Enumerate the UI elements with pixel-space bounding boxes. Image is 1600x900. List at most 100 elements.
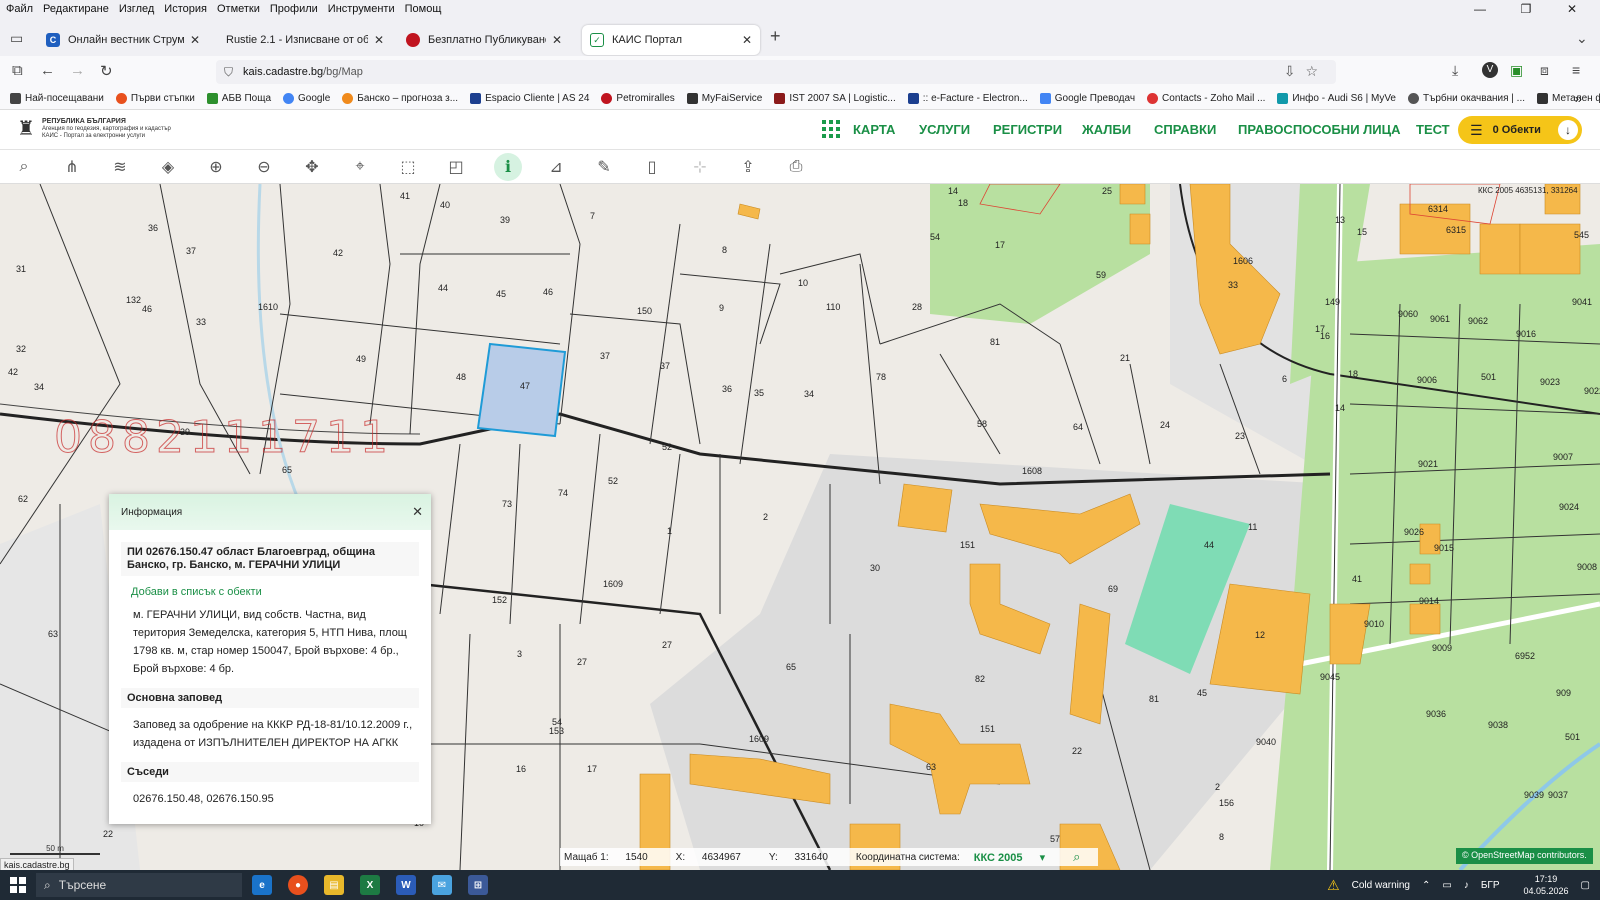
network-icon[interactable]: ⋔ bbox=[58, 153, 86, 181]
bookmark-myfaiservice[interactable]: MyFaiService bbox=[686, 93, 762, 104]
back-icon[interactable]: ← bbox=[40, 62, 55, 79]
chevron-up-icon[interactable]: ⌃ bbox=[1422, 880, 1430, 891]
menu-profiles[interactable]: Профили bbox=[270, 3, 318, 15]
bookmark-google[interactable]: Google bbox=[283, 93, 330, 104]
extensions-icon[interactable]: ⧈ bbox=[1540, 62, 1549, 79]
new-tab-icon[interactable]: + bbox=[770, 26, 781, 47]
word-icon[interactable]: W bbox=[396, 875, 416, 895]
edge-icon[interactable]: e bbox=[252, 875, 272, 895]
draw-icon[interactable]: ✎ bbox=[590, 153, 618, 181]
close-window-icon[interactable]: ✕ bbox=[1554, 0, 1590, 18]
crosshair-icon[interactable]: ⊹ bbox=[686, 153, 714, 181]
print-icon[interactable]: ⎙ bbox=[782, 153, 810, 181]
firefox-icon[interactable]: ● bbox=[288, 875, 308, 895]
bookmark-first-steps[interactable]: Първи стъпки bbox=[115, 93, 195, 104]
account-icon[interactable]: V bbox=[1482, 62, 1498, 78]
info-icon[interactable]: ℹ bbox=[494, 153, 522, 181]
tab-kais[interactable]: ✓ КАИС Портал ✕ bbox=[582, 25, 760, 55]
excel-icon[interactable]: X bbox=[360, 875, 380, 895]
bookmark-audi[interactable]: Инфо - Audi S6 | MyVe bbox=[1277, 93, 1396, 104]
close-icon[interactable]: ✕ bbox=[190, 33, 200, 47]
volume-icon[interactable]: ♪ bbox=[1464, 880, 1469, 891]
objects-button[interactable]: ☰ 0 Обекти ↓ bbox=[1458, 116, 1582, 144]
tab-struma[interactable]: C Онлайн вестник Струма - Общес ✕ bbox=[38, 25, 208, 55]
bookmark-ist2007[interactable]: IST 2007 SA | Logistic... bbox=[774, 93, 896, 104]
downloads-icon[interactable]: ⤓ bbox=[1452, 62, 1458, 79]
nav-registers[interactable]: РЕГИСТРИ bbox=[993, 122, 1062, 137]
layers-icon[interactable]: ◈ bbox=[154, 153, 182, 181]
menu-file[interactable]: Файл bbox=[6, 3, 33, 15]
clear-selection-icon[interactable]: ◰ bbox=[442, 153, 470, 181]
close-icon[interactable]: ✕ bbox=[552, 33, 562, 47]
mail-icon[interactable]: ✉ bbox=[432, 875, 452, 895]
measure-icon[interactable]: ⊿ bbox=[542, 153, 570, 181]
tab-rustie[interactable]: Rustie 2.1 - Изписване от обект ✕ bbox=[218, 25, 392, 55]
zoom-in-icon[interactable]: ⊕ bbox=[202, 153, 230, 181]
tab-overview-icon[interactable]: ▭ bbox=[10, 30, 23, 47]
bookmark-google-translate[interactable]: Google Преводач bbox=[1039, 93, 1135, 104]
bookmark-most-visited[interactable]: Най-посещавани bbox=[10, 93, 104, 104]
save-page-icon[interactable]: ⇩ bbox=[1284, 63, 1306, 79]
bookmark-petromiralles[interactable]: Petromiralles bbox=[601, 93, 675, 104]
minimize-icon[interactable]: — bbox=[1462, 0, 1498, 18]
star-icon[interactable]: ☆ bbox=[1305, 63, 1328, 79]
weather-text[interactable]: Cold warning bbox=[1352, 880, 1410, 891]
more-bookmarks-icon[interactable]: » bbox=[1575, 91, 1582, 106]
nav-reports[interactable]: СПРАВКИ bbox=[1154, 122, 1216, 137]
osm-attribution[interactable]: © OpenStreetMap contributors. bbox=[1456, 848, 1593, 864]
notifications-icon[interactable]: ▢ bbox=[1581, 880, 1590, 891]
sidebar-icon[interactable]: ⧉ bbox=[12, 62, 23, 79]
book-map-icon[interactable]: ▯ bbox=[638, 153, 666, 181]
taskbar-search[interactable]: ⌕ Търсене bbox=[36, 873, 242, 897]
reload-icon[interactable]: ↻ bbox=[100, 62, 113, 80]
tab-obyavi[interactable]: Безплатно Публикуване на Обяв ✕ bbox=[398, 25, 570, 55]
forward-icon[interactable]: → bbox=[70, 62, 85, 79]
agency-logo[interactable]: ♜ РЕПУБЛИКА БЪЛГАРИЯ Агенция по геодезия… bbox=[14, 114, 171, 144]
pan-icon[interactable]: ✥ bbox=[298, 153, 326, 181]
apps-grid-icon[interactable] bbox=[822, 120, 840, 138]
app-menu-icon[interactable]: ≡ bbox=[1572, 62, 1580, 78]
bookmark-bansko-weather[interactable]: Банско – прогноза з... bbox=[342, 93, 458, 104]
bookmark-efacture[interactable]: :: e-Facture - Electron... bbox=[907, 93, 1028, 104]
tab-list-icon[interactable]: ⌄ bbox=[1576, 30, 1588, 47]
menu-bookmarks[interactable]: Отметки bbox=[217, 3, 260, 15]
nav-licensed-persons[interactable]: ПРАВОСПОСОБНИ ЛИЦА bbox=[1238, 122, 1401, 137]
add-to-objects-link[interactable]: Добави в списък с обекти bbox=[131, 586, 431, 598]
nav-complaints[interactable]: ЖАЛБИ bbox=[1082, 122, 1131, 137]
bookmark-suspension[interactable]: Търбни окачвания | ... bbox=[1408, 93, 1525, 104]
close-icon[interactable]: ✕ bbox=[742, 33, 752, 47]
location-pin-icon[interactable]: ⌖ bbox=[346, 153, 374, 181]
bookmark-flange[interactable]: Метален фланец с р... bbox=[1537, 93, 1600, 104]
restore-icon[interactable]: ❐ bbox=[1508, 0, 1544, 18]
warning-icon[interactable]: ⚠ bbox=[1327, 877, 1340, 894]
language-indicator[interactable]: БГР bbox=[1481, 880, 1500, 891]
bookmark-as24[interactable]: Espacio Cliente | AS 24 bbox=[470, 93, 589, 104]
file-explorer-icon[interactable]: ▤ bbox=[324, 875, 344, 895]
search-icon[interactable]: ⌕ bbox=[10, 153, 38, 181]
menu-history[interactable]: История bbox=[164, 3, 207, 15]
url-text[interactable]: kais.cadastre.bg/bg/Map bbox=[243, 66, 363, 78]
windows-start-icon[interactable] bbox=[10, 877, 26, 893]
shield-icon[interactable]: ⛉ bbox=[224, 65, 233, 80]
menu-tools[interactable]: Инструменти bbox=[328, 3, 395, 15]
clock[interactable]: 17:19 04.05.2026 bbox=[1512, 873, 1569, 897]
close-icon[interactable]: ✕ bbox=[412, 504, 423, 520]
menu-edit[interactable]: Редактиране bbox=[43, 3, 109, 15]
bookmark-abv[interactable]: АБВ Поща bbox=[206, 93, 271, 104]
nav-test[interactable]: ТЕСТ bbox=[1416, 122, 1450, 137]
extension-icon[interactable]: ▣ bbox=[1510, 62, 1523, 79]
export-icon[interactable]: ⇪ bbox=[734, 153, 762, 181]
select-rectangle-icon[interactable]: ⬚ bbox=[394, 153, 422, 181]
menu-help[interactable]: Помощ bbox=[405, 3, 442, 15]
close-icon[interactable]: ✕ bbox=[374, 33, 384, 47]
layers-stack-icon[interactable]: ≋ bbox=[106, 153, 134, 181]
network-icon[interactable]: ▭ bbox=[1442, 880, 1451, 891]
network-app-icon[interactable]: ⊞ bbox=[468, 875, 488, 895]
nav-services[interactable]: УСЛУГИ bbox=[919, 122, 970, 137]
nav-map[interactable]: КАРТА bbox=[853, 122, 895, 137]
menu-view[interactable]: Изглед bbox=[119, 3, 154, 15]
bookmark-zoho[interactable]: Contacts - Zoho Mail ... bbox=[1147, 93, 1265, 104]
address-bar[interactable]: ⛉ kais.cadastre.bg/bg/Map ⇩☆ bbox=[216, 60, 1336, 84]
search-icon[interactable]: ⌕ bbox=[1073, 849, 1080, 865]
crs-select[interactable]: ККС 2005 ▾ bbox=[974, 851, 1059, 864]
